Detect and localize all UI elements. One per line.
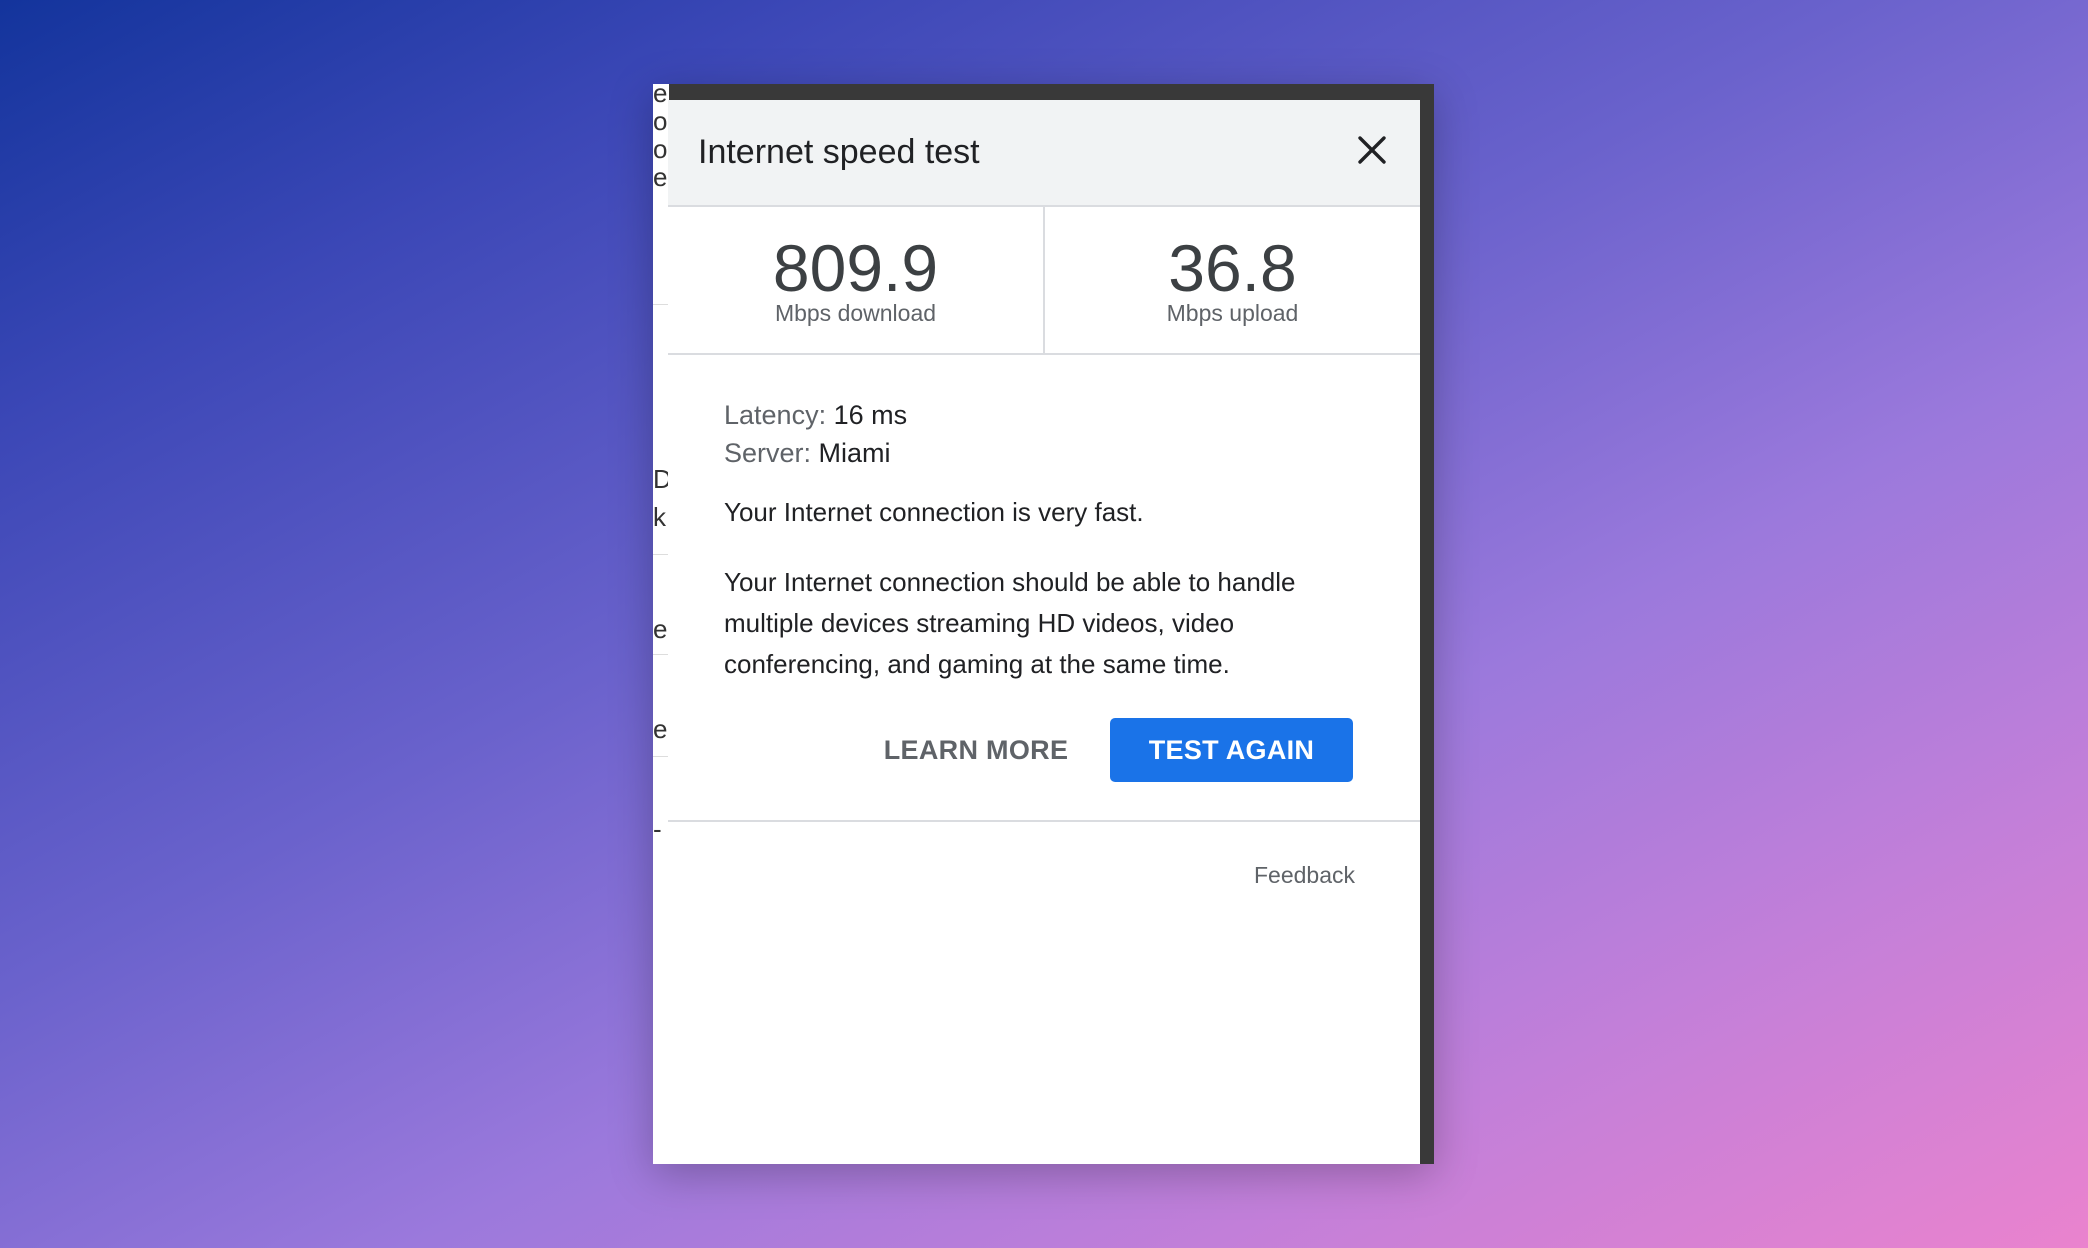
latency-label: Latency: [724, 400, 827, 430]
upload-value: 36.8 [1168, 231, 1297, 305]
speed-description: Your Internet connection should be able … [724, 567, 1296, 679]
latency-row: Latency: 16 ms [724, 396, 1364, 434]
background-page-edge: e o o e D k e e - [653, 84, 669, 1164]
feedback-link[interactable]: Feedback [1254, 862, 1355, 889]
server-label: Server: [724, 438, 812, 468]
upload-unit: Mbps upload [1166, 300, 1299, 326]
upload-metric: 36.8 Mbps upload [1045, 207, 1420, 353]
download-metric: 809.9 Mbps download [668, 207, 1045, 353]
server-value: Miami [818, 438, 891, 468]
learn-more-button[interactable]: LEARN MORE [872, 718, 1080, 782]
server-row: Server: Miami [724, 434, 1364, 472]
speed-summary: Your Internet connection is very fast. [724, 497, 1144, 527]
latency-value: 16 ms [833, 400, 908, 430]
dialog-title: Internet speed test [698, 133, 980, 171]
close-button[interactable] [1350, 128, 1394, 172]
download-value: 809.9 [772, 231, 939, 305]
test-again-button[interactable]: TEST AGAIN [1110, 718, 1353, 782]
close-icon [1358, 136, 1386, 164]
speed-test-dialog: Internet speed test 809.9 Mbps download … [668, 100, 1420, 1164]
footer-divider [668, 820, 1420, 822]
test-details: Latency: 16 ms Server: Miami [724, 396, 1364, 472]
dialog-header: Internet speed test [668, 100, 1420, 207]
download-unit: Mbps download [774, 300, 937, 326]
speed-metrics: 809.9 Mbps download 36.8 Mbps upload [668, 207, 1420, 355]
